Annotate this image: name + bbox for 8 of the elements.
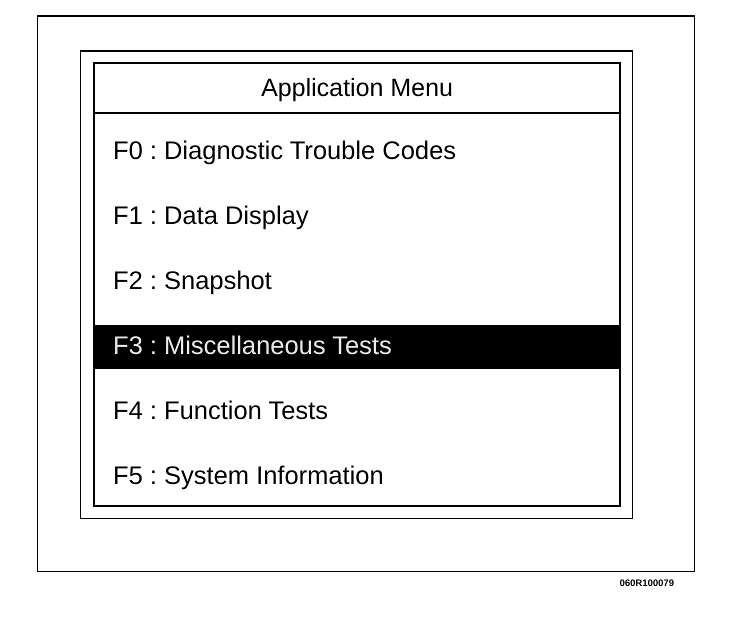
menu-item[interactable]: F4 : Function Tests: [95, 390, 619, 434]
menu-item[interactable]: F1 : Data Display: [95, 194, 619, 238]
figure-code: 060R100079: [620, 578, 674, 589]
menu-item[interactable]: F5 : System Information: [95, 454, 619, 498]
menu-item[interactable]: F2 : Snapshot: [95, 260, 619, 304]
menu-item[interactable]: F0 : Diagnostic Trouble Codes: [95, 130, 619, 174]
menu-title: Application Menu: [95, 64, 619, 114]
menu-item[interactable]: F3 : Miscellaneous Tests: [95, 324, 619, 368]
